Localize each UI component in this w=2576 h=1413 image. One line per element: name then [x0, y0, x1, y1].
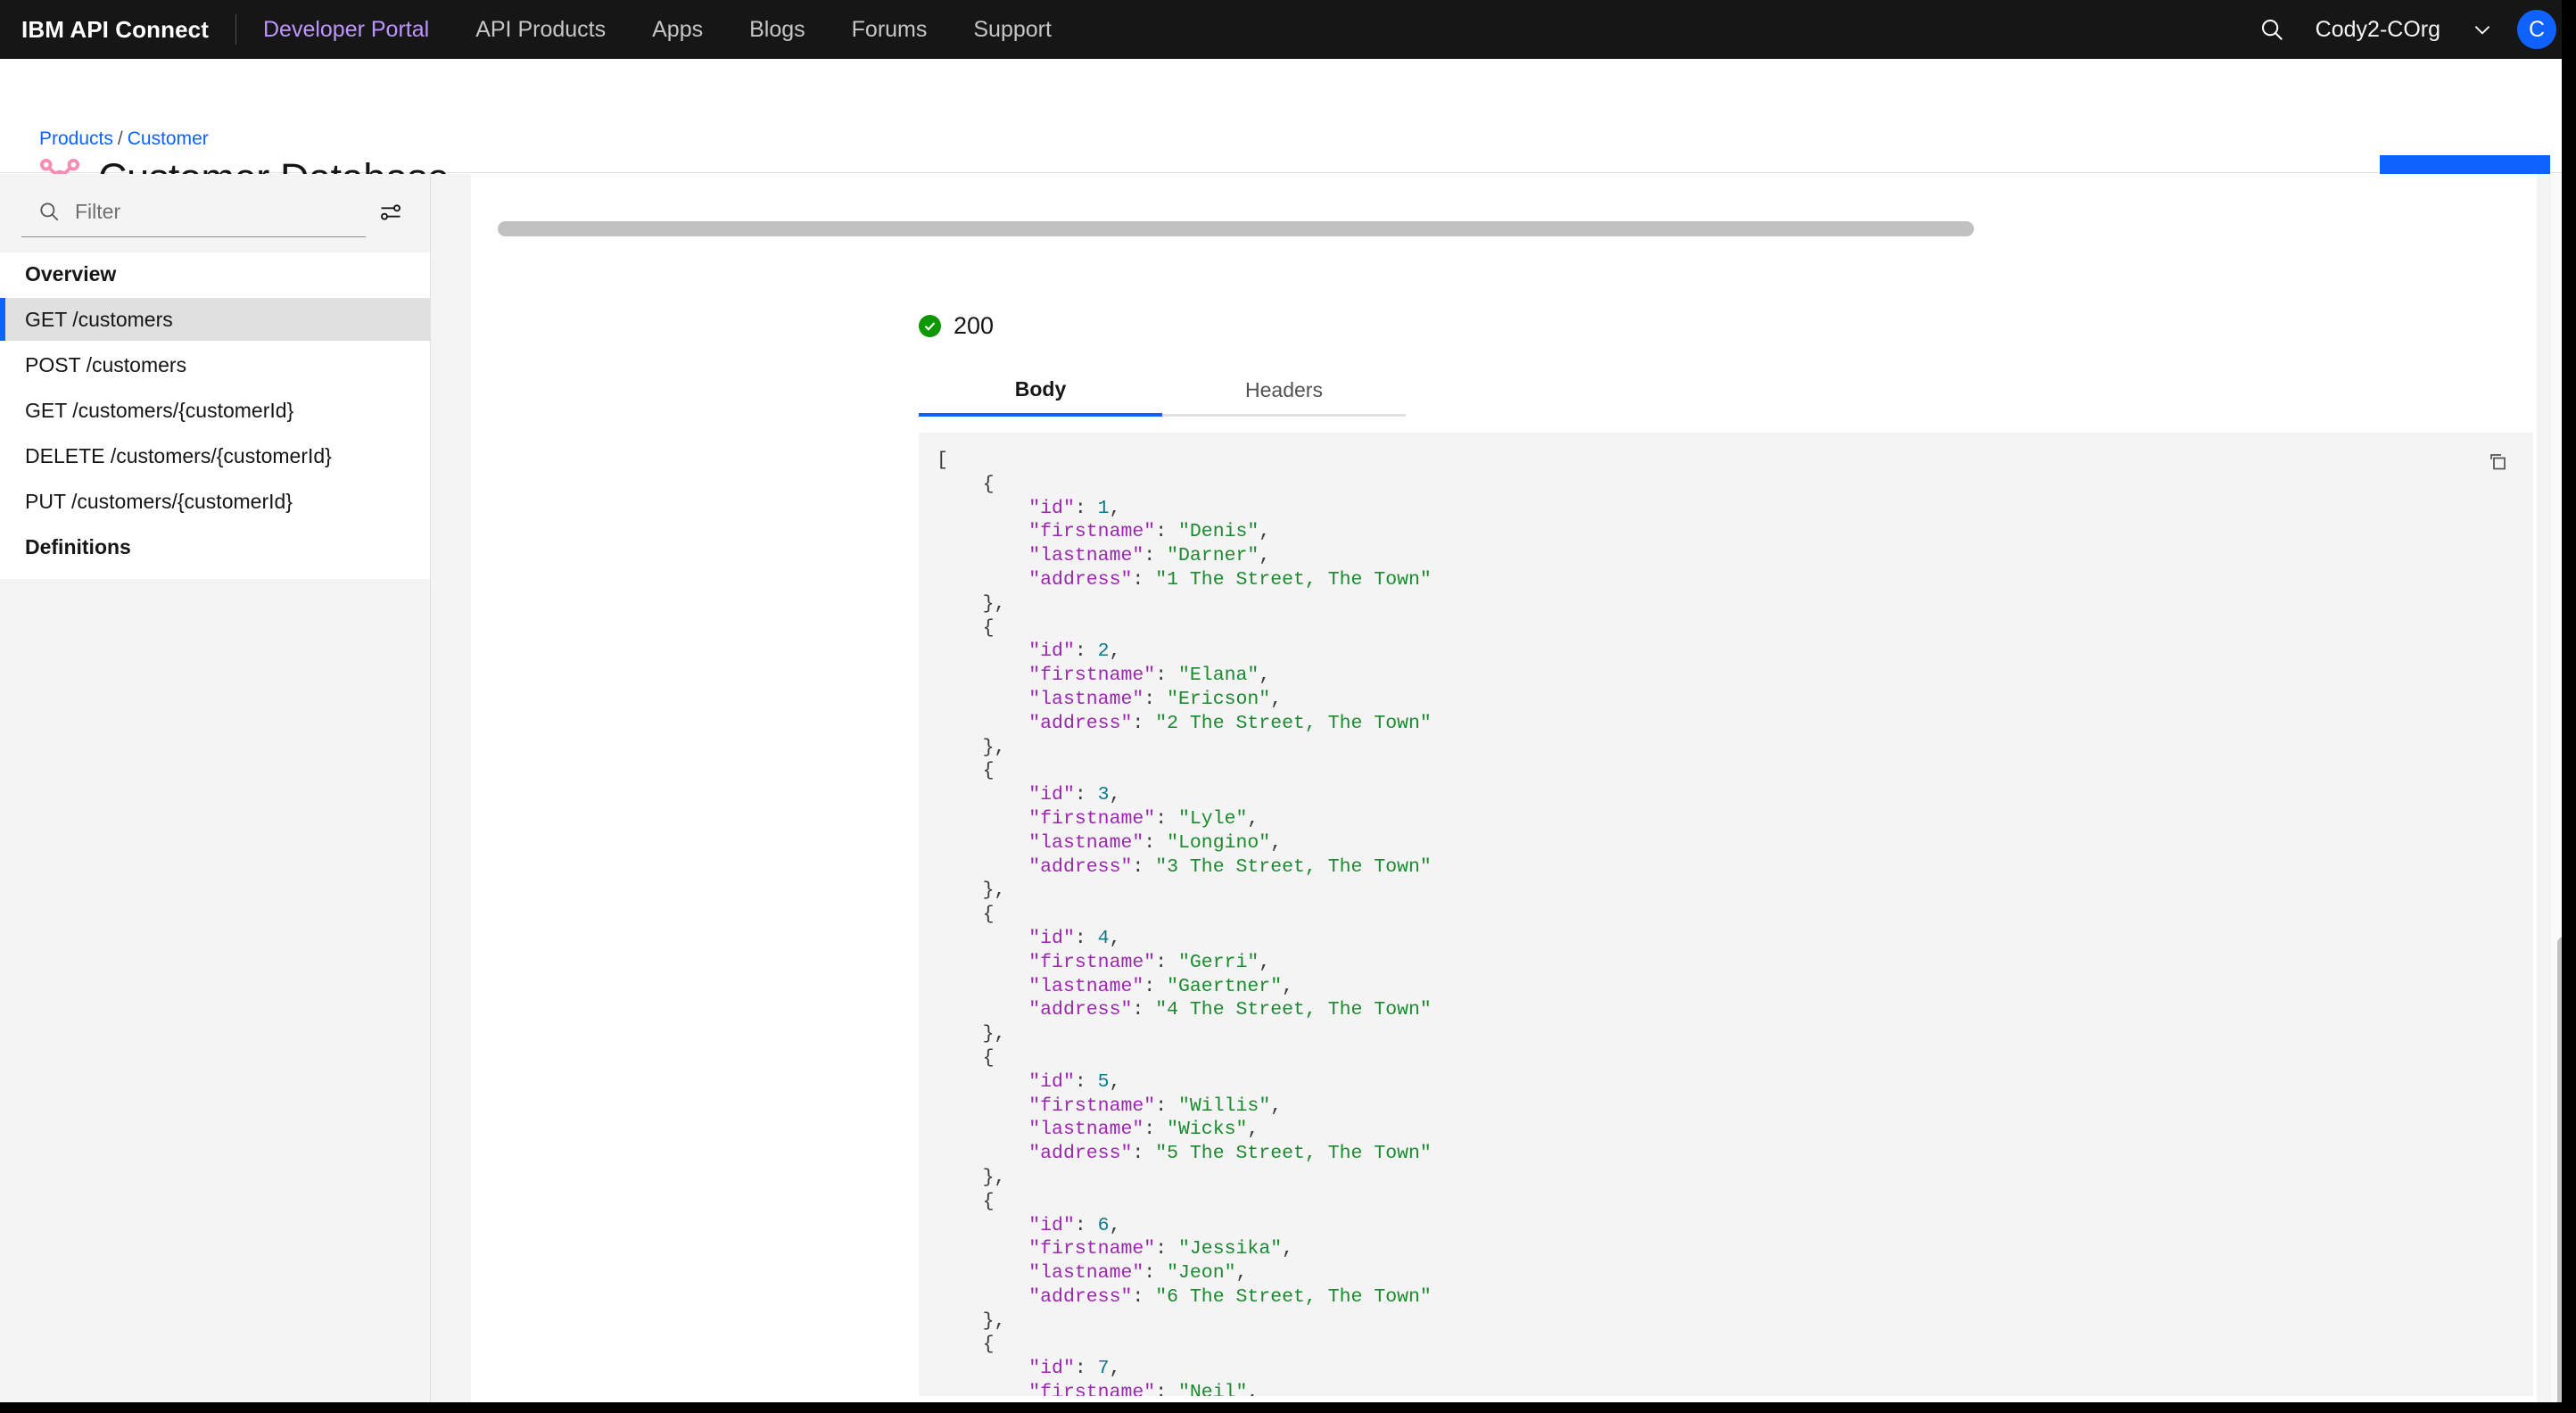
breadcrumb-products[interactable]: Products	[39, 128, 113, 149]
top-navigation-bar: IBM API Connect Developer Portal API Pro…	[0, 0, 2576, 59]
sidebar-main-gap	[432, 174, 471, 1413]
brand-logo-text: IBM API Connect	[21, 16, 209, 44]
tab-label: Headers	[1245, 378, 1323, 402]
search-icon[interactable]	[2244, 0, 2299, 59]
chevron-down-icon[interactable]	[2456, 0, 2508, 59]
nav-divider	[235, 14, 236, 45]
sidebar-operation-list: Overview GET /customers POST /customers …	[0, 252, 430, 579]
window-edge-right	[2562, 0, 2576, 1413]
sidebar-item-get-customers[interactable]: GET /customers	[0, 298, 430, 341]
tab-headers[interactable]: Headers	[1162, 366, 1406, 417]
sidebar-item-label: POST /customers	[25, 353, 186, 377]
nav-link-blogs[interactable]: Blogs	[726, 0, 829, 59]
sidebar-item-delete-customer-by-id[interactable]: DELETE /customers/{customerId}	[0, 434, 430, 477]
sidebar-list-footer-spacer	[0, 568, 430, 579]
sidebar-filter-row	[0, 174, 430, 237]
main-panel: Response 200 Body Headers	[471, 174, 2537, 1413]
sidebar-item-label: GET /customers/{customerId}	[25, 399, 293, 423]
sidebar-item-label: Definitions	[25, 535, 131, 559]
nav-link-developer-portal[interactable]: Developer Portal	[263, 0, 452, 59]
horizontal-scrollbar-track[interactable]	[471, 196, 2537, 223]
page-title-bar: Products/Customer Customer Database 1.0.…	[0, 59, 2576, 173]
sidebar-item-label: GET /customers	[25, 308, 173, 332]
response-tabs: Body Headers	[919, 366, 2533, 417]
checkmark-filled-icon	[919, 315, 941, 337]
sidebar-item-get-customer-by-id[interactable]: GET /customers/{customerId}	[0, 389, 430, 432]
top-nav-right-group: Cody2-COrg C	[2244, 0, 2576, 59]
settings-sliders-icon[interactable]	[366, 186, 416, 237]
response-body-text: [ { "id": 1, "firstname": "Denis", "last…	[937, 449, 1432, 1396]
tab-label: Body	[1015, 377, 1067, 401]
sidebar: Overview GET /customers POST /customers …	[0, 174, 431, 1413]
sidebar-item-label: PUT /customers/{customerId}	[25, 490, 293, 514]
filter-input-wrapper[interactable]	[21, 186, 366, 237]
breadcrumb: Products/Customer	[39, 128, 209, 150]
sidebar-item-put-customer-by-id[interactable]: PUT /customers/{customerId}	[0, 480, 430, 523]
organization-name[interactable]: Cody2-COrg	[2299, 17, 2456, 43]
sidebar-item-post-customers[interactable]: POST /customers	[0, 343, 430, 386]
sidebar-item-label: DELETE /customers/{customerId}	[25, 444, 332, 468]
app-root: IBM API Connect Developer Portal API Pro…	[0, 0, 2576, 1413]
avatar[interactable]: C	[2517, 10, 2556, 49]
search-icon	[37, 200, 61, 223]
search-input[interactable]	[75, 200, 366, 224]
copy-icon[interactable]	[2487, 452, 2508, 478]
response-status: 200	[919, 312, 994, 340]
nav-link-api-products[interactable]: API Products	[452, 0, 629, 59]
nav-link-support[interactable]: Support	[950, 0, 1075, 59]
breadcrumb-customer[interactable]: Customer	[128, 128, 209, 149]
sidebar-item-definitions[interactable]: Definitions	[0, 525, 430, 568]
nav-link-apps[interactable]: Apps	[629, 0, 726, 59]
response-body-code-block[interactable]: [ { "id": 1, "firstname": "Denis", "last…	[919, 433, 2533, 1396]
response-status-code: 200	[954, 312, 994, 340]
sidebar-item-overview[interactable]: Overview	[0, 252, 430, 295]
breadcrumb-separator: /	[118, 128, 123, 149]
window-edge-bottom	[0, 1402, 2576, 1413]
tab-body[interactable]: Body	[919, 366, 1162, 417]
sidebar-item-label: Overview	[25, 262, 116, 286]
horizontal-scrollbar[interactable]	[498, 221, 1974, 236]
content-area: Overview GET /customers POST /customers …	[0, 174, 2576, 1413]
nav-link-forums[interactable]: Forums	[829, 0, 951, 59]
